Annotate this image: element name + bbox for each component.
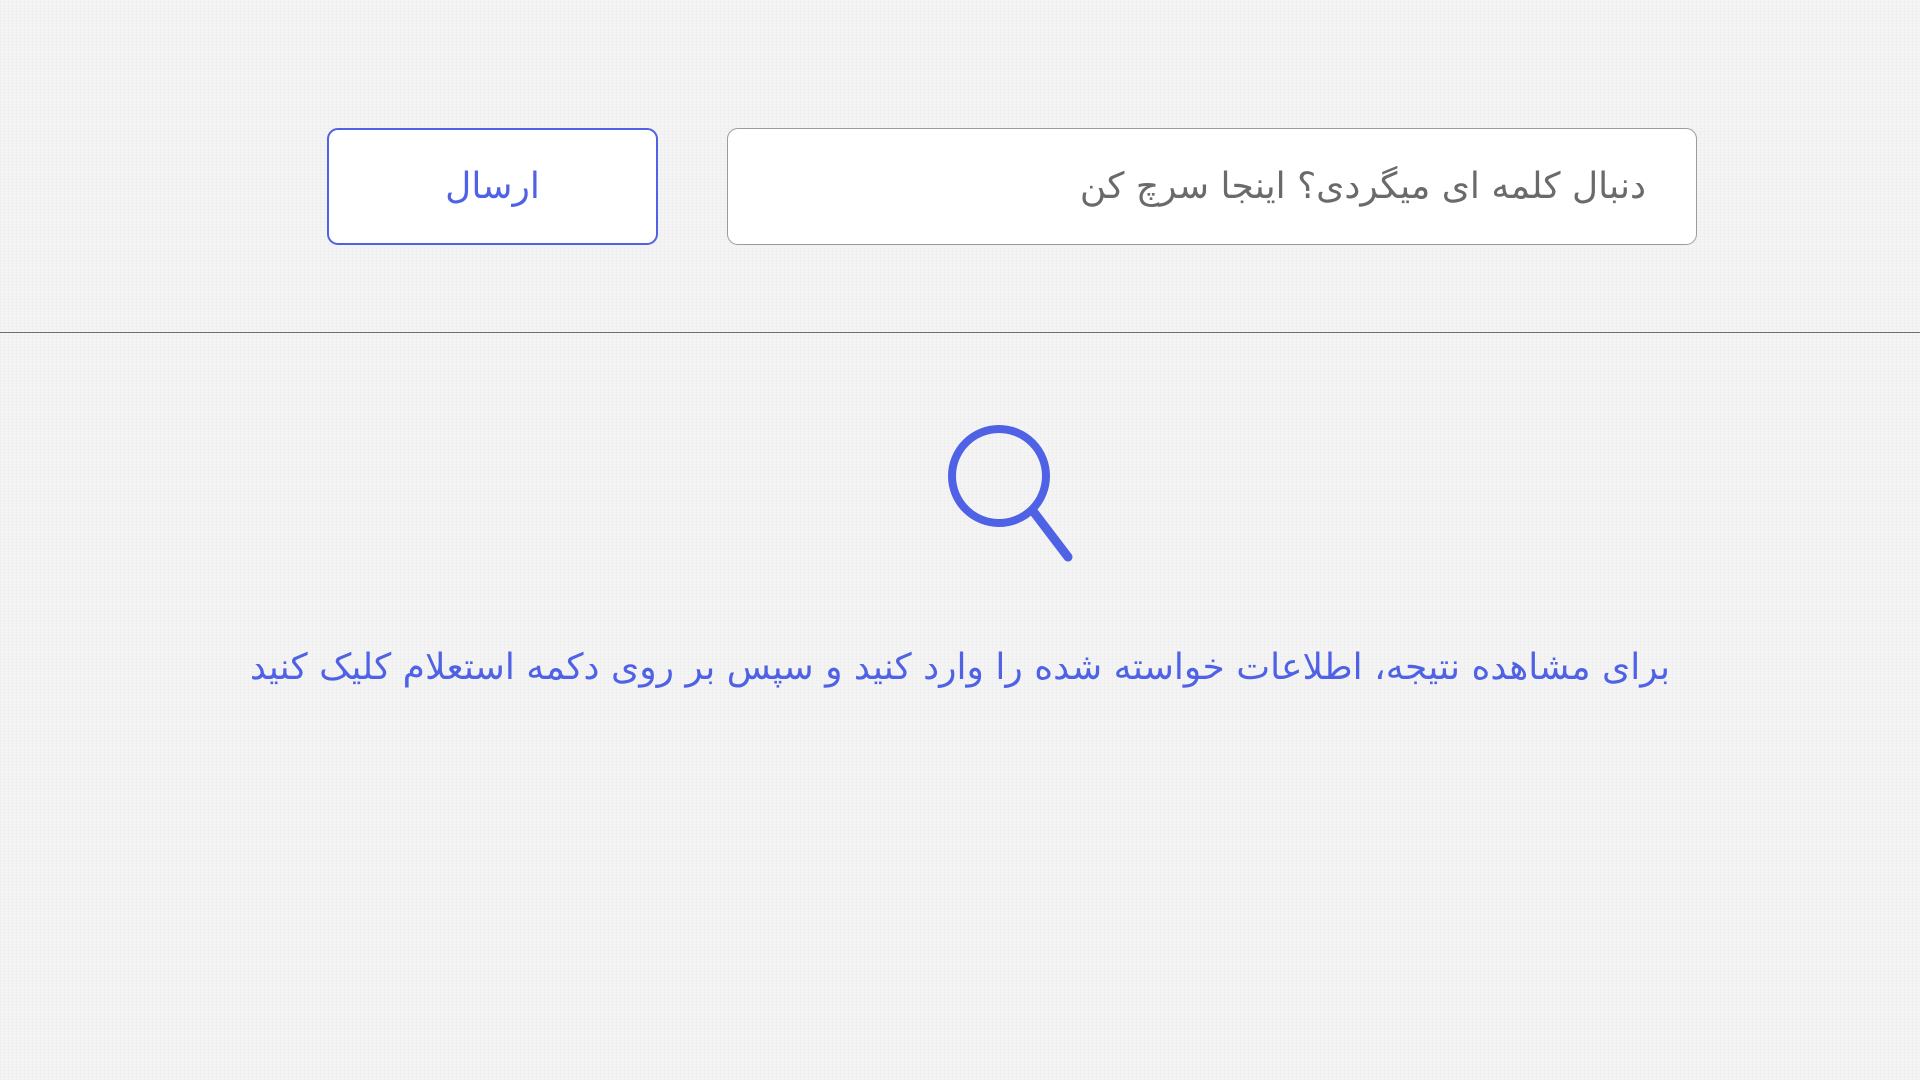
divider <box>0 332 1920 333</box>
search-icon <box>948 425 1073 562</box>
submit-button[interactable]: ارسال <box>327 128 658 245</box>
search-input[interactable] <box>727 128 1697 245</box>
empty-state-message: برای مشاهده نتیجه، اطلاعات خواسته شده را… <box>249 647 1671 688</box>
